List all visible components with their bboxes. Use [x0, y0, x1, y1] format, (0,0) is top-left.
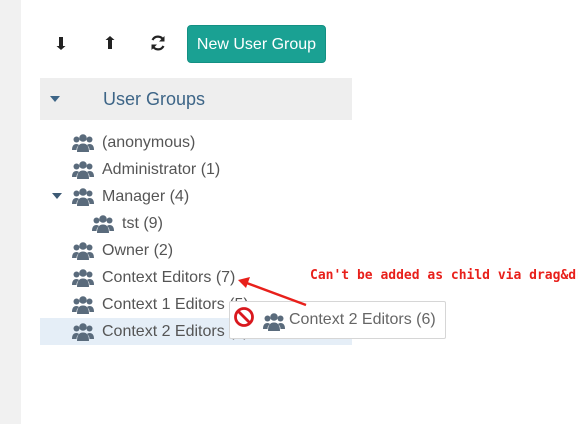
annotation-text: Can't be added as child via drag&drop [310, 268, 578, 283]
new-user-group-button[interactable]: New User Group [187, 25, 326, 63]
user-groups-panel [21, 0, 370, 424]
expand-toggle-icon[interactable] [52, 193, 62, 199]
refresh-button[interactable] [143, 28, 173, 58]
arrow-down-icon [56, 37, 66, 50]
collapse-caret-icon[interactable] [50, 96, 60, 102]
group-icon [72, 242, 94, 260]
content-area [370, 0, 578, 424]
tree-node-label: (anonymous) [102, 134, 196, 151]
tree-node-label: Context 2 Editors (6) [102, 323, 249, 340]
arrow-up-icon [105, 36, 115, 49]
expand-all-button[interactable] [47, 28, 77, 58]
tree-node-label: Manager (4) [102, 188, 190, 205]
annotation-arrow-icon [238, 277, 307, 307]
group-icon [72, 188, 94, 206]
tree-node-label: Owner (2) [102, 242, 174, 259]
group-icon [72, 134, 94, 152]
drag-ghost-label: Context 2 Editors (6) [289, 311, 436, 328]
group-icon [72, 296, 94, 314]
group-icon [92, 215, 114, 233]
tree-root-label: User Groups [103, 89, 206, 109]
tree-node-label: Context Editors (7) [102, 269, 236, 286]
tree-node-label: Context 1 Editors (5) [102, 296, 249, 313]
group-icon [72, 161, 94, 179]
tree-root-row[interactable]: User Groups [40, 78, 352, 120]
group-icon [72, 269, 94, 287]
refresh-icon [151, 35, 165, 51]
group-icon [263, 313, 285, 331]
tree-node-label: tst (9) [122, 215, 163, 232]
tree-node-label: Administrator (1) [102, 161, 221, 178]
group-icon [72, 323, 94, 341]
collapse-all-button[interactable] [96, 28, 126, 58]
